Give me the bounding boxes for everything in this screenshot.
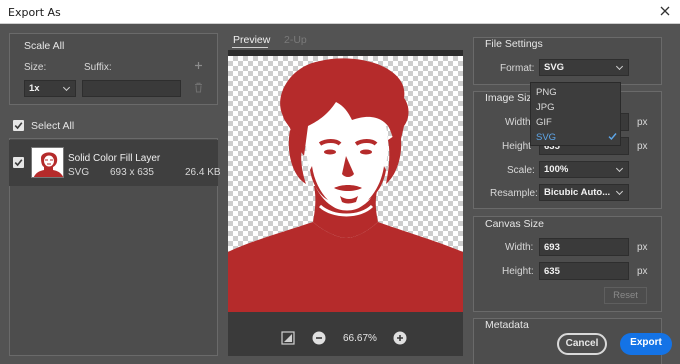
layer-thumbnail bbox=[31, 147, 64, 178]
format-value: SVG bbox=[544, 62, 565, 73]
tab-2up[interactable]: 2-Up bbox=[284, 34, 307, 46]
layer-format: SVG bbox=[68, 167, 90, 178]
canvas-height-label: Height: bbox=[502, 266, 534, 277]
size-label: Size: bbox=[24, 62, 47, 73]
tab-preview-underline bbox=[232, 47, 268, 48]
tab-preview[interactable]: Preview bbox=[233, 34, 270, 46]
select-all-checkbox[interactable] bbox=[13, 120, 24, 131]
toggle-background-icon[interactable] bbox=[281, 331, 295, 345]
canvas-width-input[interactable]: 693 bbox=[539, 238, 629, 256]
image-height-unit: px bbox=[637, 141, 648, 152]
resample-value: Bicubic Auto... bbox=[544, 187, 611, 198]
layer-dimensions: 693 x 635 bbox=[110, 167, 154, 178]
layer-checkbox[interactable] bbox=[13, 157, 24, 168]
checkmark-icon bbox=[608, 133, 617, 141]
portrait-image bbox=[228, 58, 463, 312]
suffix-input[interactable] bbox=[82, 80, 181, 97]
metadata-header: Metadata bbox=[485, 319, 529, 331]
title-bar: Export As bbox=[0, 0, 680, 24]
canvas-size-header: Canvas Size bbox=[485, 218, 544, 230]
resample-label: Resample: bbox=[490, 188, 538, 199]
transparency-checkerboard bbox=[228, 56, 463, 312]
format-option-svg[interactable]: SVG bbox=[536, 132, 556, 143]
checkmark-icon bbox=[14, 122, 23, 130]
cancel-button[interactable]: Cancel bbox=[557, 333, 607, 355]
file-settings-header: File Settings bbox=[485, 38, 543, 50]
canvas-width-unit: px bbox=[637, 242, 648, 253]
select-all-label: Select All bbox=[31, 120, 75, 132]
canvas-width-label: Width: bbox=[505, 242, 534, 253]
format-option-png[interactable]: PNG bbox=[536, 87, 557, 98]
canvas-width-value: 693 bbox=[544, 242, 560, 253]
scale-all-label: Scale All bbox=[24, 40, 65, 52]
preview-toolbar: 66.67% bbox=[228, 312, 463, 356]
reset-button[interactable]: Reset bbox=[604, 287, 647, 304]
image-height-label: Height bbox=[502, 141, 531, 152]
canvas-height-input[interactable]: 635 bbox=[539, 262, 629, 280]
window-title: Export As bbox=[8, 6, 61, 19]
image-width-label: Width bbox=[505, 117, 531, 128]
export-button[interactable]: Export bbox=[620, 333, 672, 355]
format-option-jpg[interactable]: JPG bbox=[536, 102, 554, 113]
zoom-level: 66.67% bbox=[343, 333, 377, 344]
zoom-in-icon[interactable] bbox=[393, 331, 407, 345]
canvas-height-value: 635 bbox=[544, 266, 560, 277]
size-select[interactable]: 1x bbox=[24, 80, 76, 97]
format-dropdown: PNG JPG GIF SVG bbox=[530, 82, 621, 146]
format-select[interactable]: SVG bbox=[539, 59, 629, 76]
resample-select[interactable]: Bicubic Auto... bbox=[539, 184, 629, 201]
preview-canvas bbox=[228, 50, 463, 312]
size-value: 1x bbox=[29, 83, 40, 94]
format-label: Format: bbox=[500, 63, 535, 74]
trash-icon[interactable] bbox=[194, 82, 203, 93]
scale-select[interactable]: 100% bbox=[539, 161, 629, 178]
layer-row[interactable]: Solid Color Fill Layer SVG 693 x 635 26.… bbox=[9, 140, 221, 186]
suffix-label: Suffix: bbox=[84, 62, 112, 73]
scale-label: Scale: bbox=[507, 165, 535, 176]
portrait-thumbnail-icon bbox=[33, 152, 63, 177]
format-option-gif[interactable]: GIF bbox=[536, 117, 552, 128]
close-icon[interactable] bbox=[658, 4, 672, 18]
image-width-unit: px bbox=[637, 117, 648, 128]
layer-filesize: 26.4 KB bbox=[185, 167, 221, 178]
add-icon[interactable] bbox=[194, 61, 203, 70]
scale-value: 100% bbox=[544, 164, 569, 175]
zoom-out-icon[interactable] bbox=[312, 331, 326, 345]
layer-name: Solid Color Fill Layer bbox=[68, 153, 161, 164]
canvas-height-unit: px bbox=[637, 266, 648, 277]
checkmark-icon bbox=[14, 159, 23, 167]
